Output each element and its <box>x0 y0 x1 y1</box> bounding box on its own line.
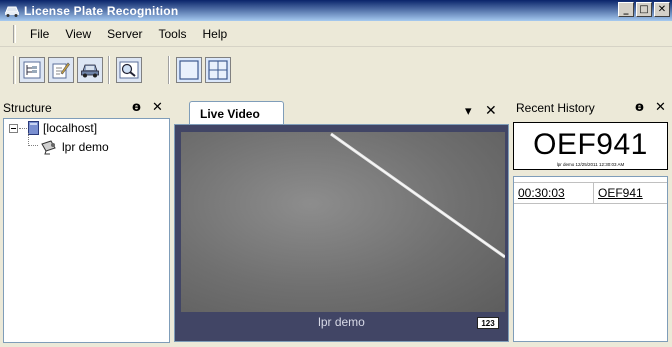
close-icon[interactable]: ✕ <box>152 100 163 115</box>
window-title: License Plate Recognition <box>24 3 179 18</box>
search-vehicle-icon <box>119 61 139 79</box>
pin-icon[interactable]: ɵ <box>132 100 141 115</box>
vehicle-button[interactable] <box>77 57 103 83</box>
quad-view-button[interactable] <box>205 57 231 83</box>
close-icon[interactable]: ✕ <box>485 103 497 119</box>
title-bar: License Plate Recognition _ □ ✕ <box>0 0 672 21</box>
history-plate-link[interactable]: OEF941 <box>598 186 643 200</box>
menu-tools[interactable]: Tools <box>150 27 194 41</box>
toolbar-separator <box>168 56 170 84</box>
tree-label-lpr-demo: lpr demo <box>62 140 109 154</box>
tree-item-lpr-demo[interactable]: lpr demo <box>28 133 109 155</box>
menu-view[interactable]: View <box>57 27 99 41</box>
chevron-down-icon[interactable]: ▾ <box>465 104 472 119</box>
car-icon <box>4 4 20 18</box>
menu-server[interactable]: Server <box>99 27 150 41</box>
close-icon[interactable]: ✕ <box>655 100 666 115</box>
history-list: 00:30:03 OEF941 <box>513 176 668 342</box>
history-row[interactable]: 00:30:03 OEF941 <box>514 182 667 204</box>
toolbar <box>0 47 672 97</box>
current-plate-number: OEF941 <box>533 128 648 161</box>
single-view-button[interactable] <box>176 57 202 83</box>
live-video-feed <box>181 132 505 312</box>
camera-icon <box>40 139 58 155</box>
camera-name-label: lpr demo <box>318 315 365 329</box>
toolbar-grip[interactable] <box>13 56 16 84</box>
close-button[interactable]: ✕ <box>654 2 670 17</box>
tree-label-localhost: [localhost] <box>43 121 98 135</box>
structure-tree-button[interactable] <box>19 57 45 83</box>
history-panel-title: Recent History <box>516 101 595 115</box>
current-plate-meta: lpr demo 12/25/2011 12:30:03 AM <box>556 162 625 167</box>
menu-grip[interactable] <box>13 24 16 43</box>
toolbar-separator <box>108 56 110 84</box>
menu-help[interactable]: Help <box>195 27 236 41</box>
history-panel-header: Recent History ɵ ✕ <box>513 98 672 118</box>
structure-tree: [localhost] lpr demo <box>3 118 170 343</box>
minimize-button[interactable]: _ <box>618 2 634 17</box>
quad-view-layout-icon <box>208 60 228 80</box>
pin-icon[interactable]: ɵ <box>635 100 644 115</box>
collapse-icon[interactable] <box>9 123 18 133</box>
single-view-layout-icon <box>179 60 199 80</box>
menu-file[interactable]: File <box>22 27 57 41</box>
maximize-button[interactable]: □ <box>636 2 652 17</box>
current-plate-display: OEF941 lpr demo 12/25/2011 12:30:03 AM <box>513 122 668 170</box>
history-time-link[interactable]: 00:30:03 <box>518 186 565 200</box>
structure-panel-header: Structure ɵ ✕ <box>0 98 172 118</box>
menu-bar: File View Server Tools Help <box>0 21 672 47</box>
search-vehicle-button[interactable] <box>116 57 142 83</box>
structure-tree-icon <box>23 61 41 79</box>
tab-live-video[interactable]: Live Video <box>189 101 284 125</box>
edit-icon <box>52 62 70 79</box>
car-icon <box>81 64 99 78</box>
video-viewport[interactable]: lpr demo 123 <box>174 124 509 342</box>
numeric-overlay-icon[interactable]: 123 <box>477 317 499 329</box>
structure-panel-title: Structure <box>3 101 52 115</box>
edit-button[interactable] <box>48 57 74 83</box>
tree-item-localhost[interactable]: [localhost] <box>9 121 97 135</box>
